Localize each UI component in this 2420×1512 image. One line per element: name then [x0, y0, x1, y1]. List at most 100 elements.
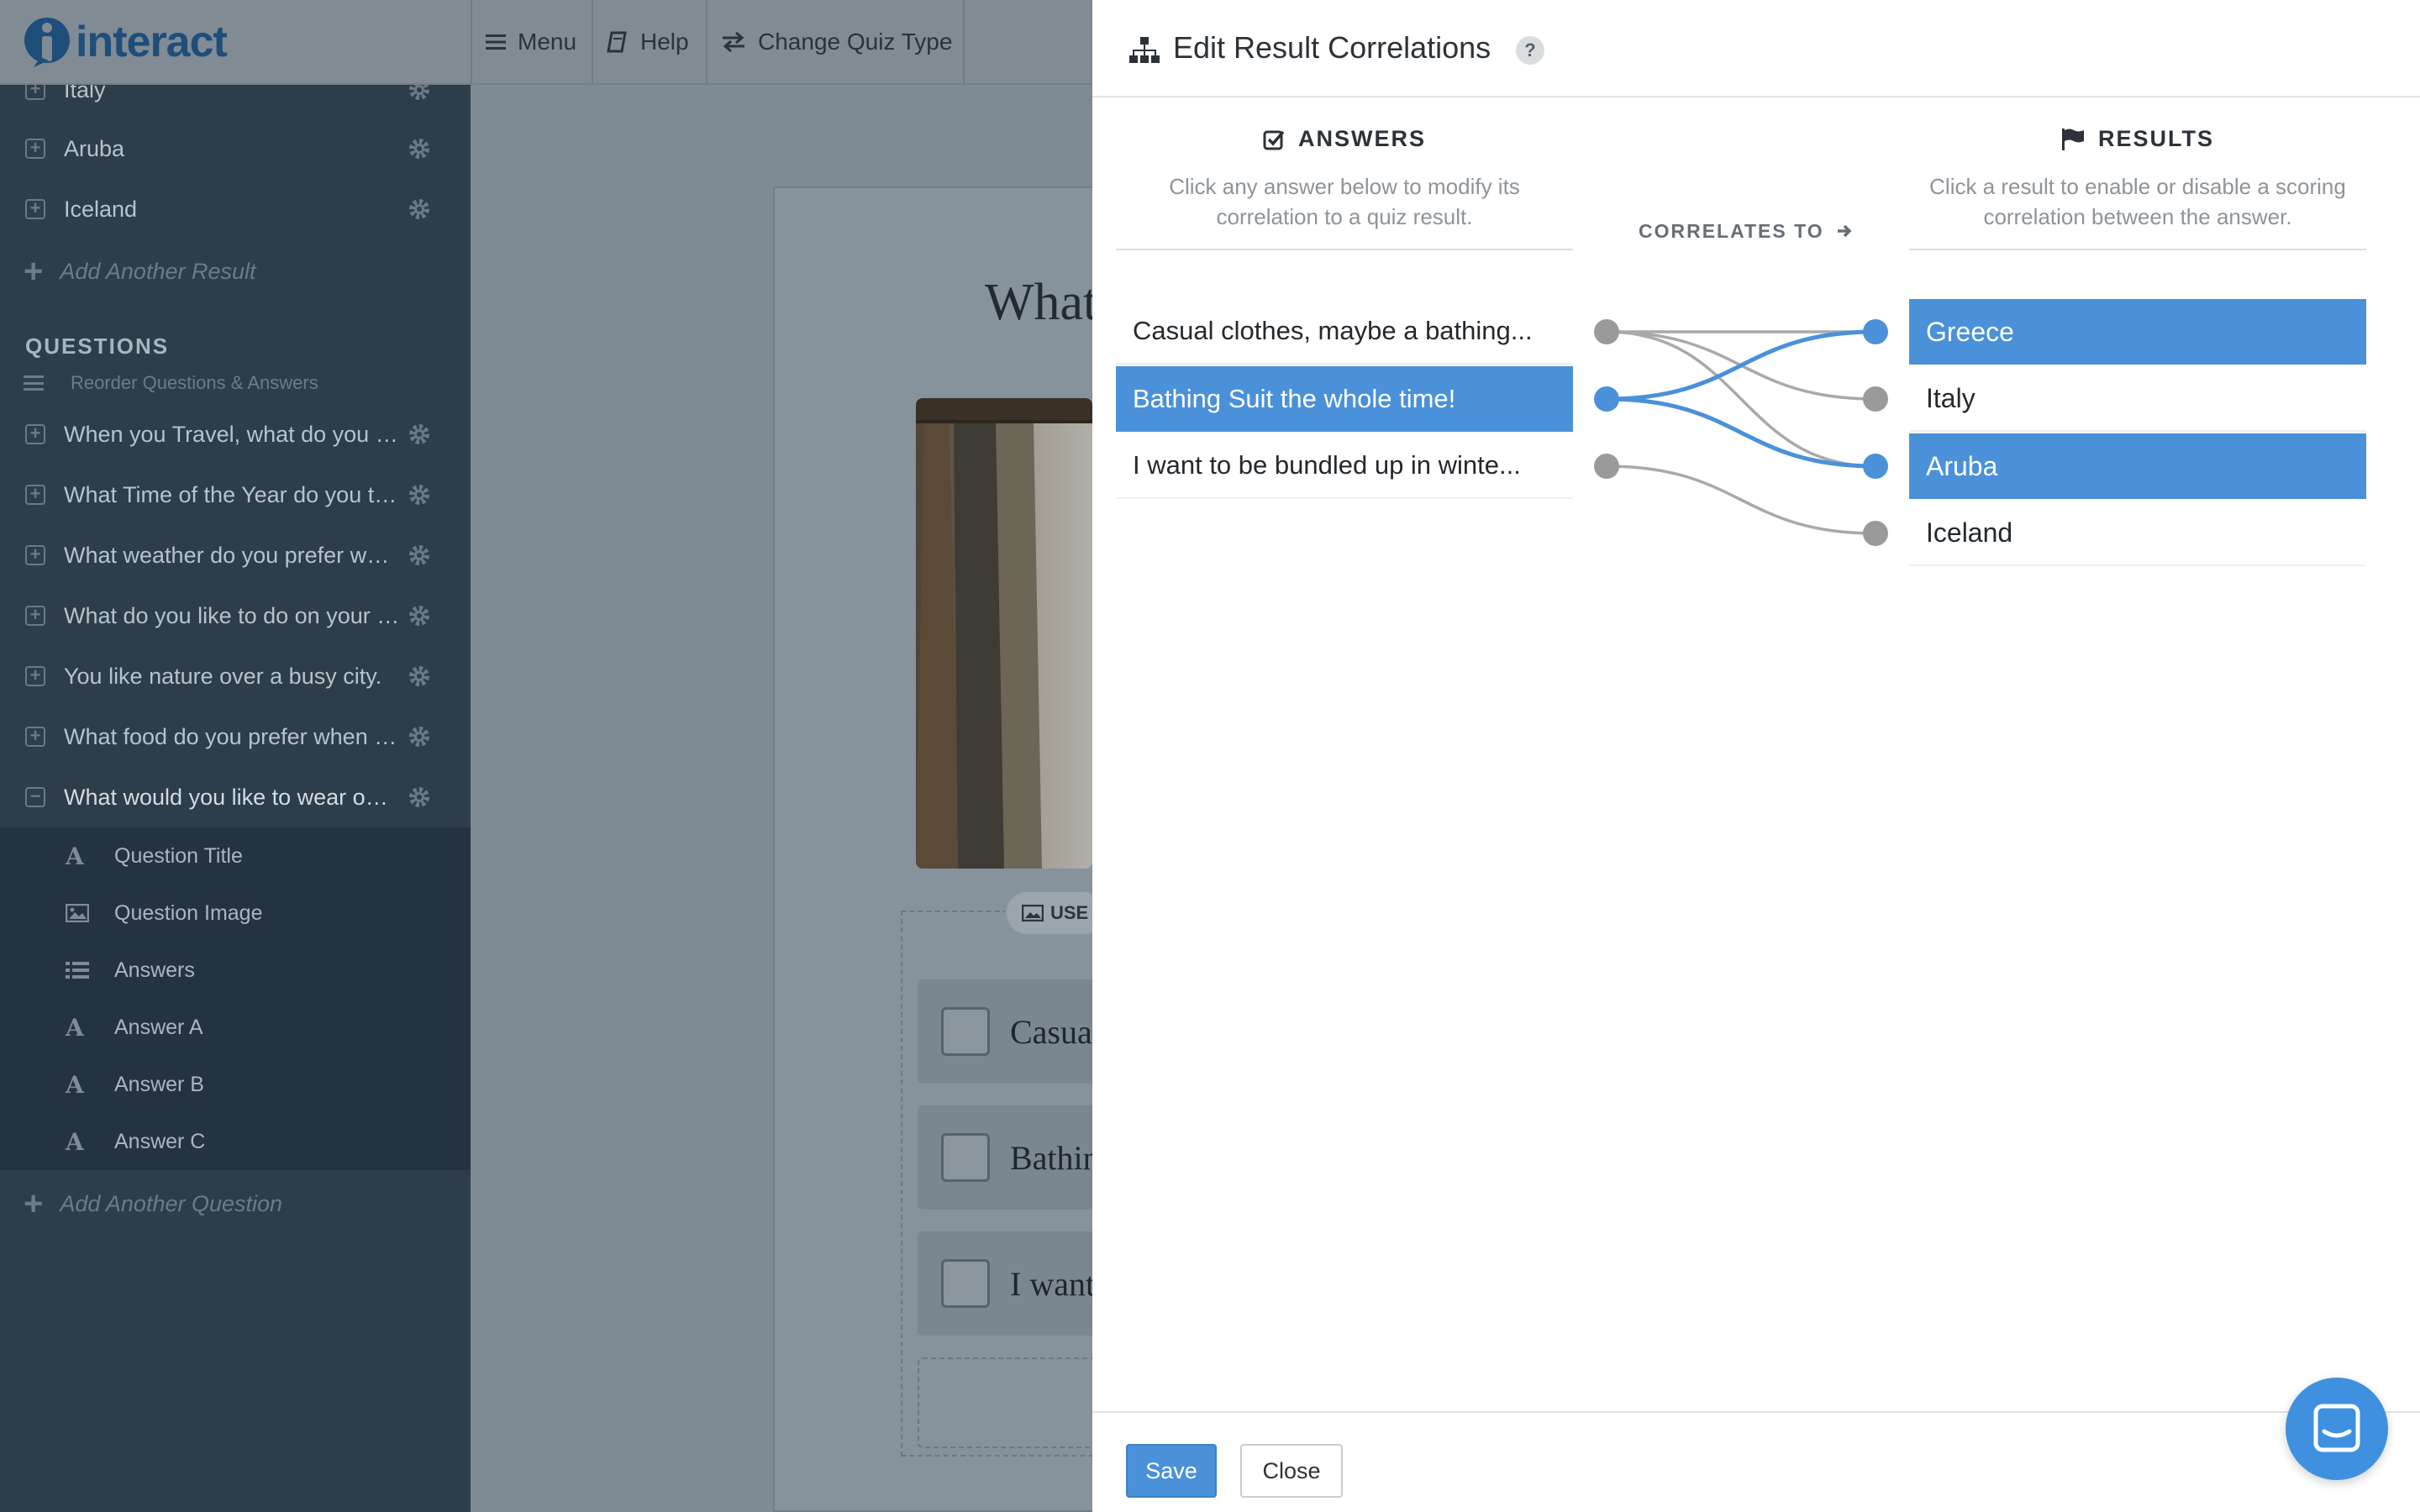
- sub-item-label: Answer A: [114, 1015, 203, 1039]
- image-icon: [66, 904, 89, 922]
- correlation-line: [1606, 465, 1876, 535]
- canvas-answer-b[interactable]: Bathin: [918, 1105, 1102, 1210]
- reorder-button[interactable]: Reorder Questions & Answers: [24, 372, 318, 394]
- result-node[interactable]: [1863, 454, 1888, 479]
- sidebar-item-question[interactable]: + What food do you prefer when you trave…: [0, 706, 471, 767]
- correlation-line: [1606, 330, 1876, 468]
- sub-item-question-image[interactable]: Question Image: [0, 885, 471, 942]
- answer-node[interactable]: [1594, 386, 1619, 412]
- canvas-answer-c[interactable]: I want: [918, 1231, 1102, 1336]
- sub-item-answer-b[interactable]: A Answer B: [0, 1056, 471, 1113]
- answer-node[interactable]: [1594, 454, 1619, 479]
- expand-icon[interactable]: +: [25, 606, 45, 626]
- use-image-button[interactable]: USE: [1005, 890, 1106, 936]
- expand-icon[interactable]: +: [25, 727, 45, 747]
- sub-item-question-title[interactable]: A Question Title: [0, 827, 471, 885]
- divider: [963, 0, 965, 84]
- sidebar-item-label: What weather do you prefer when you trav…: [64, 542, 400, 568]
- expand-icon[interactable]: +: [25, 485, 45, 505]
- questions-heading: QUESTIONS: [25, 333, 170, 359]
- hamburger-icon: [486, 34, 506, 50]
- add-question-button[interactable]: + Add Another Question: [24, 1185, 282, 1223]
- add-result-button[interactable]: + Add Another Result: [24, 253, 256, 291]
- answer-checkbox[interactable]: [941, 1259, 990, 1308]
- divider: [706, 0, 708, 84]
- help-button[interactable]: Help: [607, 0, 689, 84]
- logo[interactable]: interact: [24, 15, 228, 69]
- text-icon: A: [66, 842, 84, 870]
- expand-icon[interactable]: +: [25, 545, 45, 565]
- gear-icon[interactable]: [408, 664, 431, 688]
- menu-button[interactable]: Menu: [486, 0, 576, 84]
- collapse-icon[interactable]: −: [25, 787, 45, 807]
- sidebar-item-question[interactable]: + What do you like to do on your vacatio…: [0, 585, 471, 646]
- sidebar-item-label: What would you like to wear on vacation?: [64, 784, 400, 810]
- sub-item-answers[interactable]: Answers: [0, 942, 471, 999]
- chat-launcher-button[interactable]: [2286, 1378, 2388, 1480]
- sidebar-item-label: Italy: [64, 85, 106, 102]
- sidebar-item-label: Aruba: [64, 135, 125, 161]
- help-label: Help: [640, 29, 689, 55]
- correlation-line: [1606, 396, 1876, 469]
- sub-item-label: Answer B: [114, 1072, 204, 1096]
- question-title[interactable]: What: [985, 273, 1097, 333]
- menu-label: Menu: [518, 29, 577, 55]
- gear-icon[interactable]: [408, 543, 431, 567]
- sub-item-label: Answers: [114, 958, 195, 982]
- list-icon: [66, 962, 89, 979]
- sidebar: + Italy + Aruba + Iceland + Add Another …: [0, 85, 471, 1512]
- save-button[interactable]: Save: [1126, 1444, 1217, 1498]
- sidebar-item-result[interactable]: + Aruba: [0, 118, 471, 179]
- gear-icon[interactable]: [408, 785, 431, 809]
- sidebar-item-label: What Time of the Year do you travel?: [64, 481, 400, 507]
- text-icon: A: [66, 1013, 84, 1042]
- sidebar-item-question[interactable]: + What Time of the Year do you travel?: [0, 465, 471, 525]
- gear-icon[interactable]: [408, 197, 431, 221]
- sidebar-item-result[interactable]: + Iceland: [0, 179, 471, 239]
- use-image-label: USE: [1050, 902, 1089, 923]
- answer-checkbox[interactable]: [941, 1133, 990, 1182]
- gear-icon[interactable]: [408, 725, 431, 748]
- expand-icon[interactable]: +: [25, 199, 45, 219]
- result-node[interactable]: [1863, 521, 1888, 546]
- expand-icon[interactable]: +: [25, 85, 45, 100]
- sub-item-answer-a[interactable]: A Answer A: [0, 999, 471, 1056]
- add-result-label: Add Another Result: [60, 259, 256, 284]
- chat-icon: [2313, 1404, 2360, 1452]
- canvas-answer-text: Casual: [1010, 1012, 1102, 1051]
- interact-logo-icon: [24, 15, 71, 69]
- divider: [471, 0, 472, 84]
- answer-checkbox[interactable]: [941, 1007, 990, 1056]
- gear-icon[interactable]: [408, 85, 431, 102]
- question-sub-items: A Question Title Question Image Answers …: [0, 827, 471, 1170]
- result-node[interactable]: [1863, 386, 1888, 412]
- add-answer-box[interactable]: [918, 1357, 1102, 1448]
- sidebar-item-question[interactable]: + What weather do you prefer when you tr…: [0, 525, 471, 585]
- close-button[interactable]: Close: [1240, 1444, 1343, 1498]
- sub-item-answer-c[interactable]: A Answer C: [0, 1113, 471, 1170]
- result-node[interactable]: [1863, 319, 1888, 344]
- expand-icon[interactable]: +: [25, 139, 45, 159]
- expand-icon[interactable]: +: [25, 424, 45, 444]
- expand-icon[interactable]: +: [25, 666, 45, 686]
- gear-icon[interactable]: [408, 423, 431, 446]
- sidebar-item-result[interactable]: + Italy: [0, 85, 471, 120]
- book-icon: [607, 31, 627, 53]
- sidebar-item-question[interactable]: + When you Travel, what do you pack?: [0, 404, 471, 465]
- answer-node[interactable]: [1594, 319, 1619, 344]
- edit-correlations-modal: Edit Result Correlations ? ANSWERS Click…: [1092, 0, 2420, 1512]
- gear-icon[interactable]: [408, 137, 431, 160]
- sidebar-item-label: What food do you prefer when you travel?: [64, 723, 400, 749]
- sidebar-item-label: You like nature over a busy city.: [64, 663, 382, 689]
- canvas-answer-a[interactable]: Casual: [918, 979, 1102, 1084]
- plus-icon: +: [24, 1185, 44, 1222]
- gear-icon[interactable]: [408, 604, 431, 627]
- add-question-label: Add Another Question: [60, 1191, 283, 1216]
- sidebar-item-question[interactable]: + You like nature over a busy city.: [0, 646, 471, 706]
- question-image[interactable]: [916, 398, 1092, 869]
- sub-item-label: Question Title: [114, 843, 243, 868]
- change-quiz-label: Change Quiz Type: [758, 29, 953, 55]
- gear-icon[interactable]: [408, 483, 431, 507]
- change-quiz-type-button[interactable]: Change Quiz Type: [721, 0, 952, 84]
- sidebar-item-question-active[interactable]: − What would you like to wear on vacatio…: [0, 767, 471, 827]
